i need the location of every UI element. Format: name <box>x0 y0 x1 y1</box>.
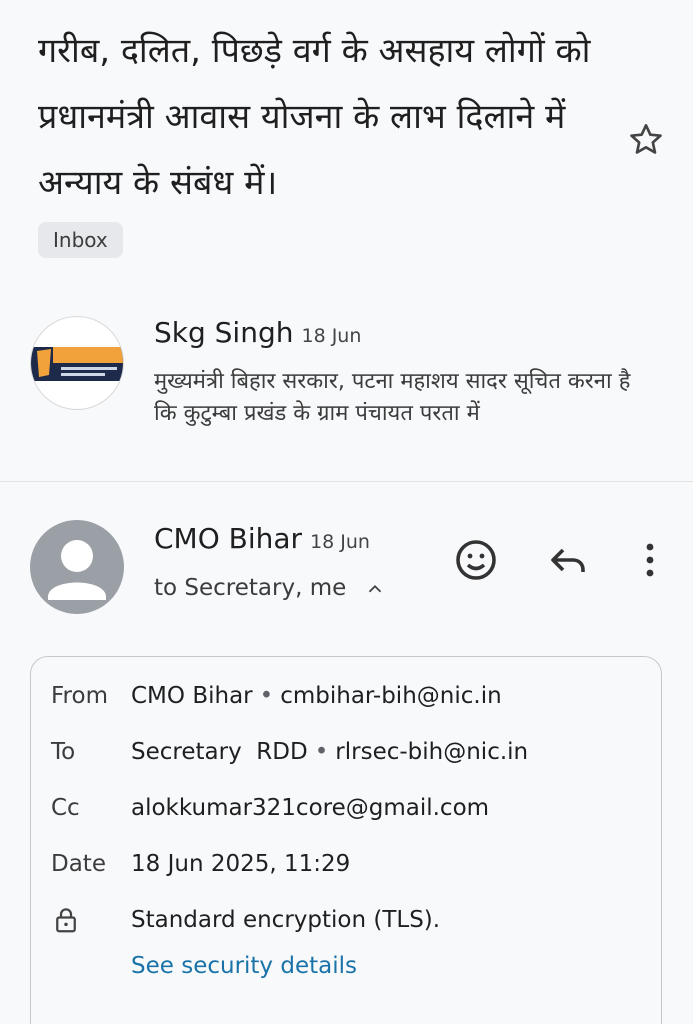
email-subject: गरीब, दलित, पिछड़े वर्ग के असहाय लोगों क… <box>38 31 591 203</box>
recipients-text: to Secretary, me <box>154 575 347 601</box>
message-date: 18 Jun <box>310 531 370 553</box>
more-vert-icon[interactable] <box>626 536 674 584</box>
sender-avatar[interactable] <box>30 316 124 410</box>
date-label: Date <box>51 851 106 877</box>
cc-email[interactable]: alokkumar321core@gmail.com <box>131 795 489 821</box>
to-name: Secretary RDD <box>131 739 308 765</box>
to-label: To <box>51 739 76 765</box>
reply-icon[interactable] <box>545 536 593 584</box>
from-name: CMO Bihar <box>131 683 253 709</box>
message-snippet[interactable]: मुख्यमंत्री बिहार सरकार, पटना महाशय सादर… <box>154 366 654 430</box>
separator-dot: • <box>314 739 329 765</box>
message2-header[interactable]: CMO Bihar 18 Jun <box>154 522 370 555</box>
sender-name: CMO Bihar <box>154 522 303 555</box>
from-email[interactable]: cmbihar-bih@nic.in <box>280 683 501 709</box>
message-details-card: From CMO Bihar • cmbihar-bih@nic.in To Sec… <box>30 656 662 1024</box>
inbox-label-chip[interactable]: Inbox <box>38 222 123 258</box>
message-date: 18 Jun <box>301 325 362 347</box>
recipients-toggle[interactable]: to Secretary, me <box>154 575 386 601</box>
see-security-details-link[interactable]: See security details <box>131 953 357 979</box>
chevron-up-icon <box>368 584 381 592</box>
sender-avatar[interactable] <box>30 520 124 614</box>
avatar-logo <box>31 347 123 381</box>
person-icon <box>48 540 106 600</box>
lock-icon <box>56 908 76 933</box>
smiley-icon[interactable] <box>452 536 500 584</box>
encryption-text: Standard encryption (TLS). <box>131 907 441 933</box>
cc-label: Cc <box>51 795 80 821</box>
date-value: 18 Jun 2025, 11:29 <box>131 851 351 877</box>
message1-header[interactable]: Skg Singh 18 Jun <box>154 316 361 349</box>
star-icon[interactable] <box>626 120 666 160</box>
to-email[interactable]: rlrsec-bih@nic.in <box>335 739 528 765</box>
from-label: From <box>51 683 108 709</box>
message-divider <box>0 481 693 482</box>
sender-name: Skg Singh <box>154 316 294 349</box>
separator-dot: • <box>259 683 274 709</box>
